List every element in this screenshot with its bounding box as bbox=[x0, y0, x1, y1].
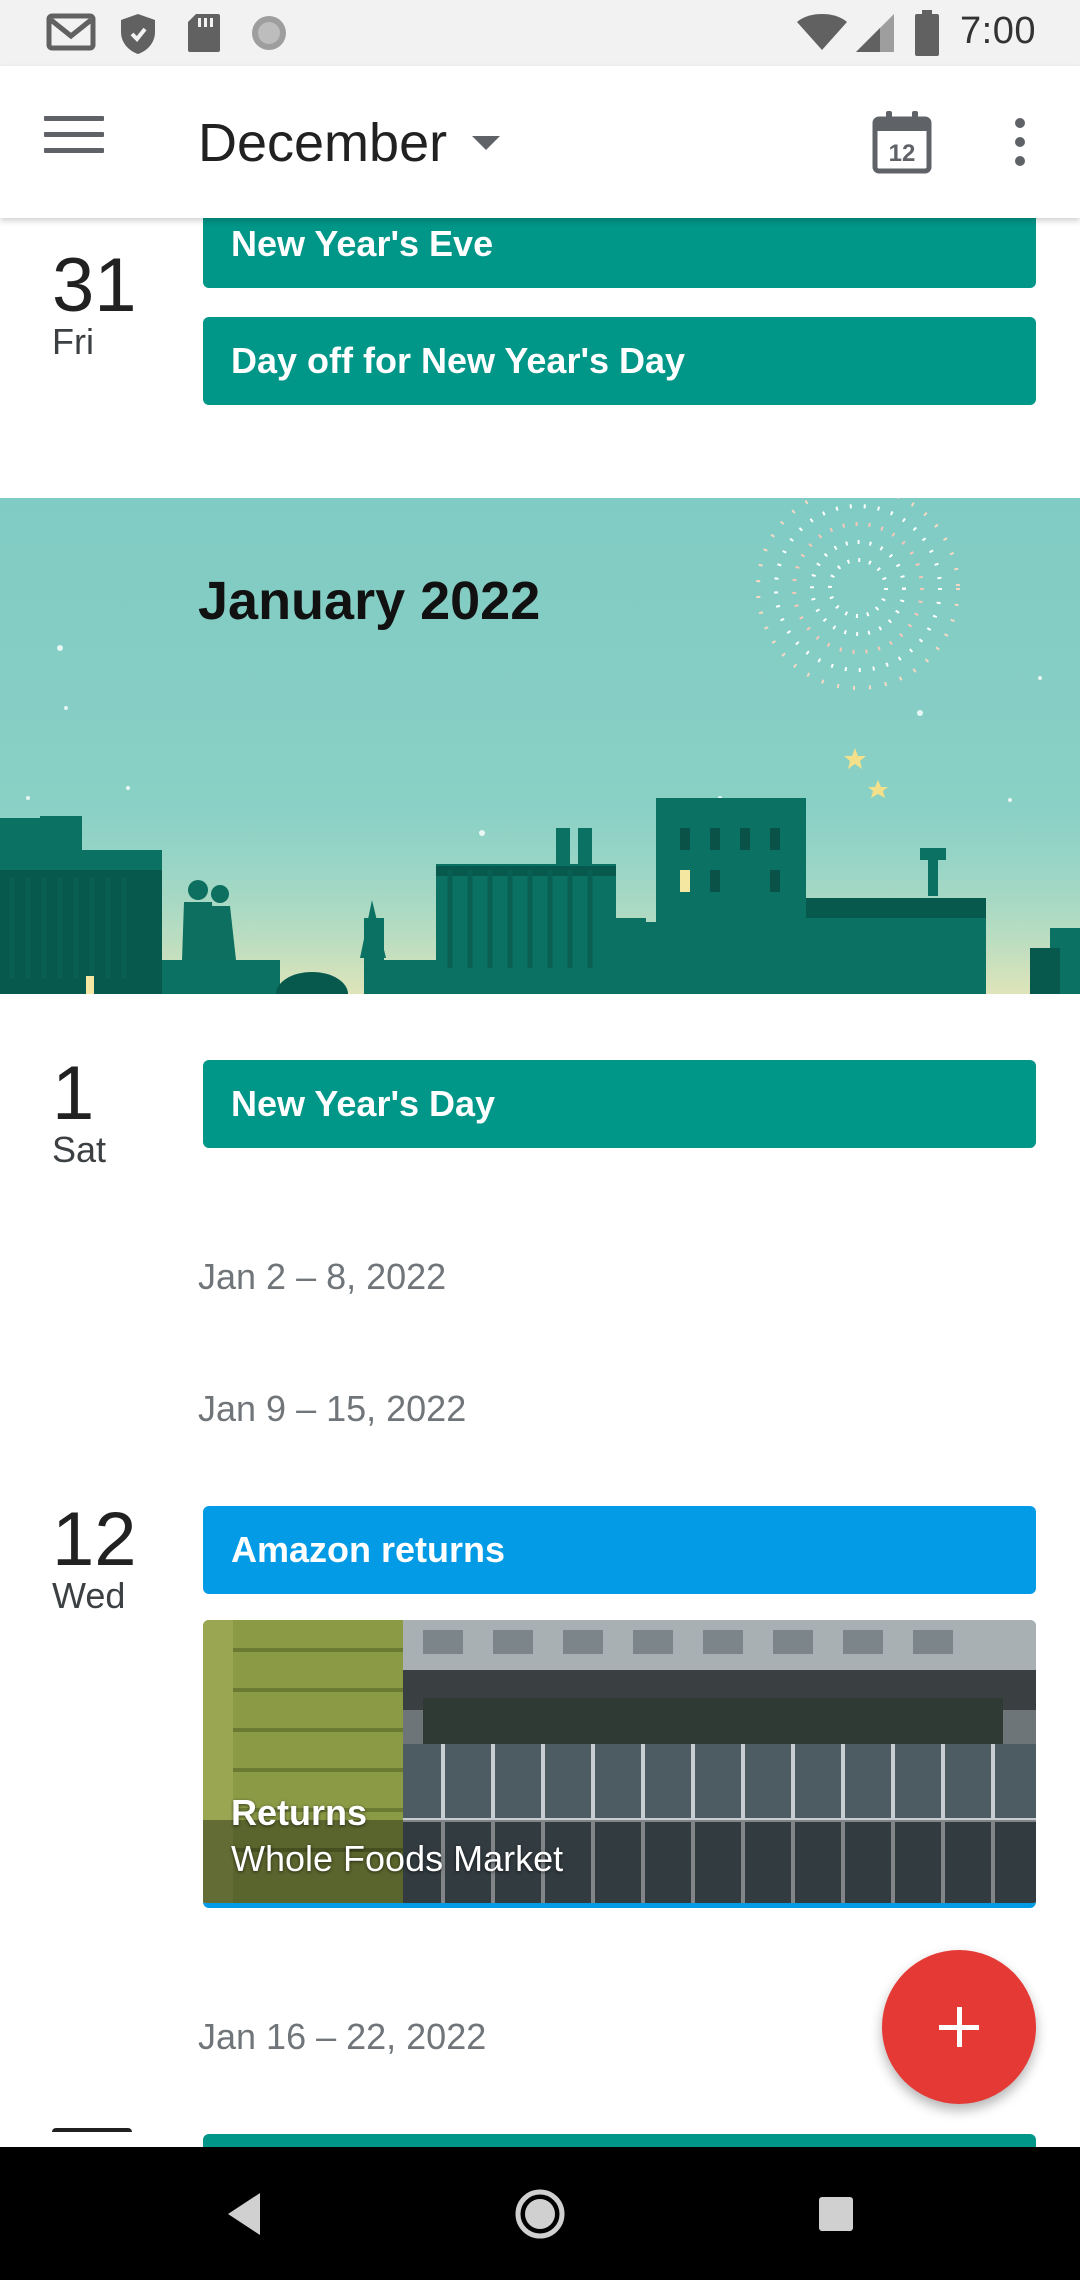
week-range: Jan 9 – 15, 2022 bbox=[198, 1388, 467, 1429]
day-of-week: Wed bbox=[52, 1575, 126, 1616]
app-bar: December 12 bbox=[0, 66, 1080, 218]
home-icon[interactable] bbox=[480, 2147, 600, 2280]
shield-icon bbox=[121, 14, 155, 54]
system-nav-bar bbox=[0, 2147, 1080, 2280]
sd-card-icon bbox=[188, 14, 220, 52]
status-bar: 7:00 bbox=[0, 0, 1080, 66]
day-of-week: Fri bbox=[52, 321, 94, 362]
event-amazon-returns[interactable]: Amazon returns bbox=[203, 1506, 1036, 1594]
week-range: Jan 16 – 22, 2022 bbox=[198, 2016, 487, 2057]
day-number: 1 bbox=[52, 1051, 95, 1136]
week-range: Jan 2 – 8, 2022 bbox=[198, 1256, 447, 1297]
dropdown-caret-icon[interactable] bbox=[472, 136, 500, 150]
photo-event-card[interactable]: Returns Whole Foods Market bbox=[203, 1620, 1036, 1908]
gmail-icon bbox=[46, 13, 96, 51]
wifi-icon bbox=[797, 14, 847, 50]
month-title[interactable]: December bbox=[198, 112, 447, 174]
day-number: 31 bbox=[52, 243, 137, 328]
event-new-years-day[interactable]: New Year's Day bbox=[203, 1060, 1036, 1148]
next-event-partial[interactable] bbox=[203, 2134, 1036, 2147]
loading-icon bbox=[252, 16, 286, 50]
cell-signal-icon bbox=[856, 14, 894, 52]
month-banner: January 2022 bbox=[0, 498, 1080, 994]
create-event-button[interactable] bbox=[882, 1950, 1036, 2104]
status-time: 7:00 bbox=[960, 10, 1036, 52]
today-day-number: 12 bbox=[889, 140, 916, 167]
recents-icon[interactable] bbox=[776, 2147, 896, 2280]
day-number: 12 bbox=[52, 1497, 137, 1582]
calendar-today-icon[interactable]: 12 bbox=[872, 110, 932, 174]
battery-icon bbox=[915, 10, 939, 56]
next-day-number-partial bbox=[52, 2128, 142, 2147]
banner-month-title: January 2022 bbox=[198, 571, 541, 631]
photo-event-location: Whole Foods Market bbox=[231, 1838, 564, 1879]
more-vert-icon[interactable] bbox=[1008, 118, 1032, 168]
photo-event-title: Returns bbox=[231, 1792, 368, 1833]
day-of-week: Sat bbox=[52, 1129, 107, 1170]
event-day-off[interactable]: Day off for New Year's Day bbox=[203, 317, 1036, 405]
menu-icon[interactable] bbox=[44, 116, 104, 166]
back-icon[interactable] bbox=[184, 2147, 304, 2280]
